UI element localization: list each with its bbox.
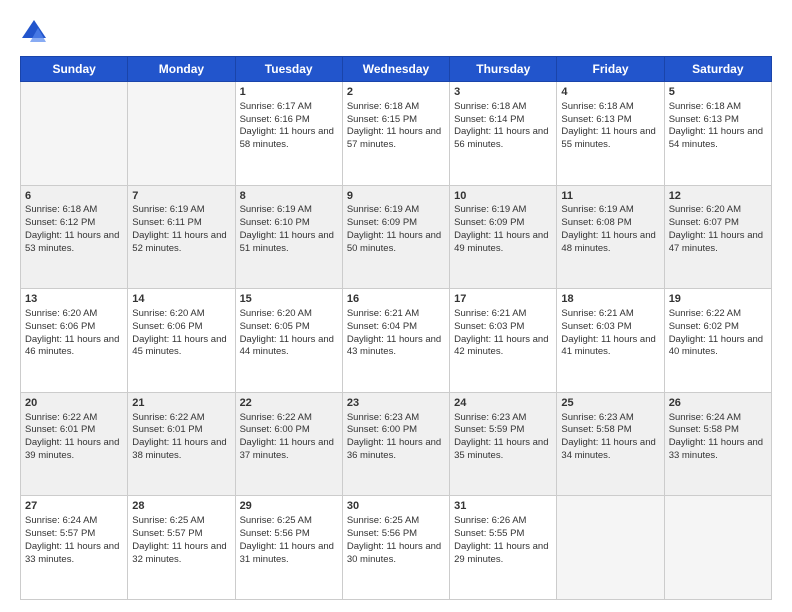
day-number: 22	[240, 396, 338, 411]
day-number: 15	[240, 292, 338, 307]
weekday-header: Saturday	[664, 57, 771, 82]
calendar-cell: 6Sunrise: 6:18 AMSunset: 6:12 PMDaylight…	[21, 185, 128, 289]
day-number: 8	[240, 189, 338, 204]
day-number: 10	[454, 189, 552, 204]
day-number: 26	[669, 396, 767, 411]
logo-icon	[20, 18, 48, 46]
day-number: 28	[132, 499, 230, 514]
calendar-cell	[21, 82, 128, 186]
calendar-cell: 28Sunrise: 6:25 AMSunset: 5:57 PMDayligh…	[128, 496, 235, 600]
header	[20, 18, 772, 46]
day-number: 19	[669, 292, 767, 307]
calendar-cell	[664, 496, 771, 600]
calendar-cell: 30Sunrise: 6:25 AMSunset: 5:56 PMDayligh…	[342, 496, 449, 600]
calendar-cell: 7Sunrise: 6:19 AMSunset: 6:11 PMDaylight…	[128, 185, 235, 289]
day-number: 21	[132, 396, 230, 411]
calendar-cell: 9Sunrise: 6:19 AMSunset: 6:09 PMDaylight…	[342, 185, 449, 289]
calendar-cell: 19Sunrise: 6:22 AMSunset: 6:02 PMDayligh…	[664, 289, 771, 393]
calendar-cell: 18Sunrise: 6:21 AMSunset: 6:03 PMDayligh…	[557, 289, 664, 393]
calendar-cell: 12Sunrise: 6:20 AMSunset: 6:07 PMDayligh…	[664, 185, 771, 289]
day-number: 7	[132, 189, 230, 204]
calendar-cell	[557, 496, 664, 600]
weekday-header: Tuesday	[235, 57, 342, 82]
day-number: 6	[25, 189, 123, 204]
calendar-cell: 29Sunrise: 6:25 AMSunset: 5:56 PMDayligh…	[235, 496, 342, 600]
calendar-cell: 26Sunrise: 6:24 AMSunset: 5:58 PMDayligh…	[664, 392, 771, 496]
day-number: 1	[240, 85, 338, 100]
calendar-cell: 4Sunrise: 6:18 AMSunset: 6:13 PMDaylight…	[557, 82, 664, 186]
weekday-header: Wednesday	[342, 57, 449, 82]
day-number: 31	[454, 499, 552, 514]
calendar-cell: 24Sunrise: 6:23 AMSunset: 5:59 PMDayligh…	[450, 392, 557, 496]
logo	[20, 18, 52, 46]
weekday-header: Friday	[557, 57, 664, 82]
calendar-cell: 15Sunrise: 6:20 AMSunset: 6:05 PMDayligh…	[235, 289, 342, 393]
calendar-cell: 13Sunrise: 6:20 AMSunset: 6:06 PMDayligh…	[21, 289, 128, 393]
page: SundayMondayTuesdayWednesdayThursdayFrid…	[0, 0, 792, 612]
day-number: 24	[454, 396, 552, 411]
calendar-table: SundayMondayTuesdayWednesdayThursdayFrid…	[20, 56, 772, 600]
calendar-cell: 10Sunrise: 6:19 AMSunset: 6:09 PMDayligh…	[450, 185, 557, 289]
day-number: 14	[132, 292, 230, 307]
day-number: 27	[25, 499, 123, 514]
day-number: 23	[347, 396, 445, 411]
calendar-cell: 11Sunrise: 6:19 AMSunset: 6:08 PMDayligh…	[557, 185, 664, 289]
day-number: 5	[669, 85, 767, 100]
weekday-header: Monday	[128, 57, 235, 82]
day-number: 11	[561, 189, 659, 204]
day-number: 2	[347, 85, 445, 100]
day-number: 17	[454, 292, 552, 307]
calendar-cell: 16Sunrise: 6:21 AMSunset: 6:04 PMDayligh…	[342, 289, 449, 393]
day-number: 29	[240, 499, 338, 514]
calendar-cell: 20Sunrise: 6:22 AMSunset: 6:01 PMDayligh…	[21, 392, 128, 496]
day-number: 16	[347, 292, 445, 307]
day-number: 25	[561, 396, 659, 411]
calendar-cell: 2Sunrise: 6:18 AMSunset: 6:15 PMDaylight…	[342, 82, 449, 186]
day-number: 12	[669, 189, 767, 204]
weekday-header: Thursday	[450, 57, 557, 82]
calendar-cell: 5Sunrise: 6:18 AMSunset: 6:13 PMDaylight…	[664, 82, 771, 186]
calendar-cell: 22Sunrise: 6:22 AMSunset: 6:00 PMDayligh…	[235, 392, 342, 496]
day-number: 3	[454, 85, 552, 100]
calendar-cell: 27Sunrise: 6:24 AMSunset: 5:57 PMDayligh…	[21, 496, 128, 600]
calendar-cell: 3Sunrise: 6:18 AMSunset: 6:14 PMDaylight…	[450, 82, 557, 186]
calendar-cell: 25Sunrise: 6:23 AMSunset: 5:58 PMDayligh…	[557, 392, 664, 496]
calendar-cell: 8Sunrise: 6:19 AMSunset: 6:10 PMDaylight…	[235, 185, 342, 289]
day-number: 18	[561, 292, 659, 307]
calendar-cell: 17Sunrise: 6:21 AMSunset: 6:03 PMDayligh…	[450, 289, 557, 393]
calendar-cell: 31Sunrise: 6:26 AMSunset: 5:55 PMDayligh…	[450, 496, 557, 600]
calendar-cell	[128, 82, 235, 186]
day-number: 30	[347, 499, 445, 514]
day-number: 20	[25, 396, 123, 411]
calendar-cell: 23Sunrise: 6:23 AMSunset: 6:00 PMDayligh…	[342, 392, 449, 496]
day-number: 13	[25, 292, 123, 307]
day-number: 9	[347, 189, 445, 204]
calendar-cell: 1Sunrise: 6:17 AMSunset: 6:16 PMDaylight…	[235, 82, 342, 186]
calendar-cell: 21Sunrise: 6:22 AMSunset: 6:01 PMDayligh…	[128, 392, 235, 496]
calendar-cell: 14Sunrise: 6:20 AMSunset: 6:06 PMDayligh…	[128, 289, 235, 393]
weekday-header: Sunday	[21, 57, 128, 82]
day-number: 4	[561, 85, 659, 100]
